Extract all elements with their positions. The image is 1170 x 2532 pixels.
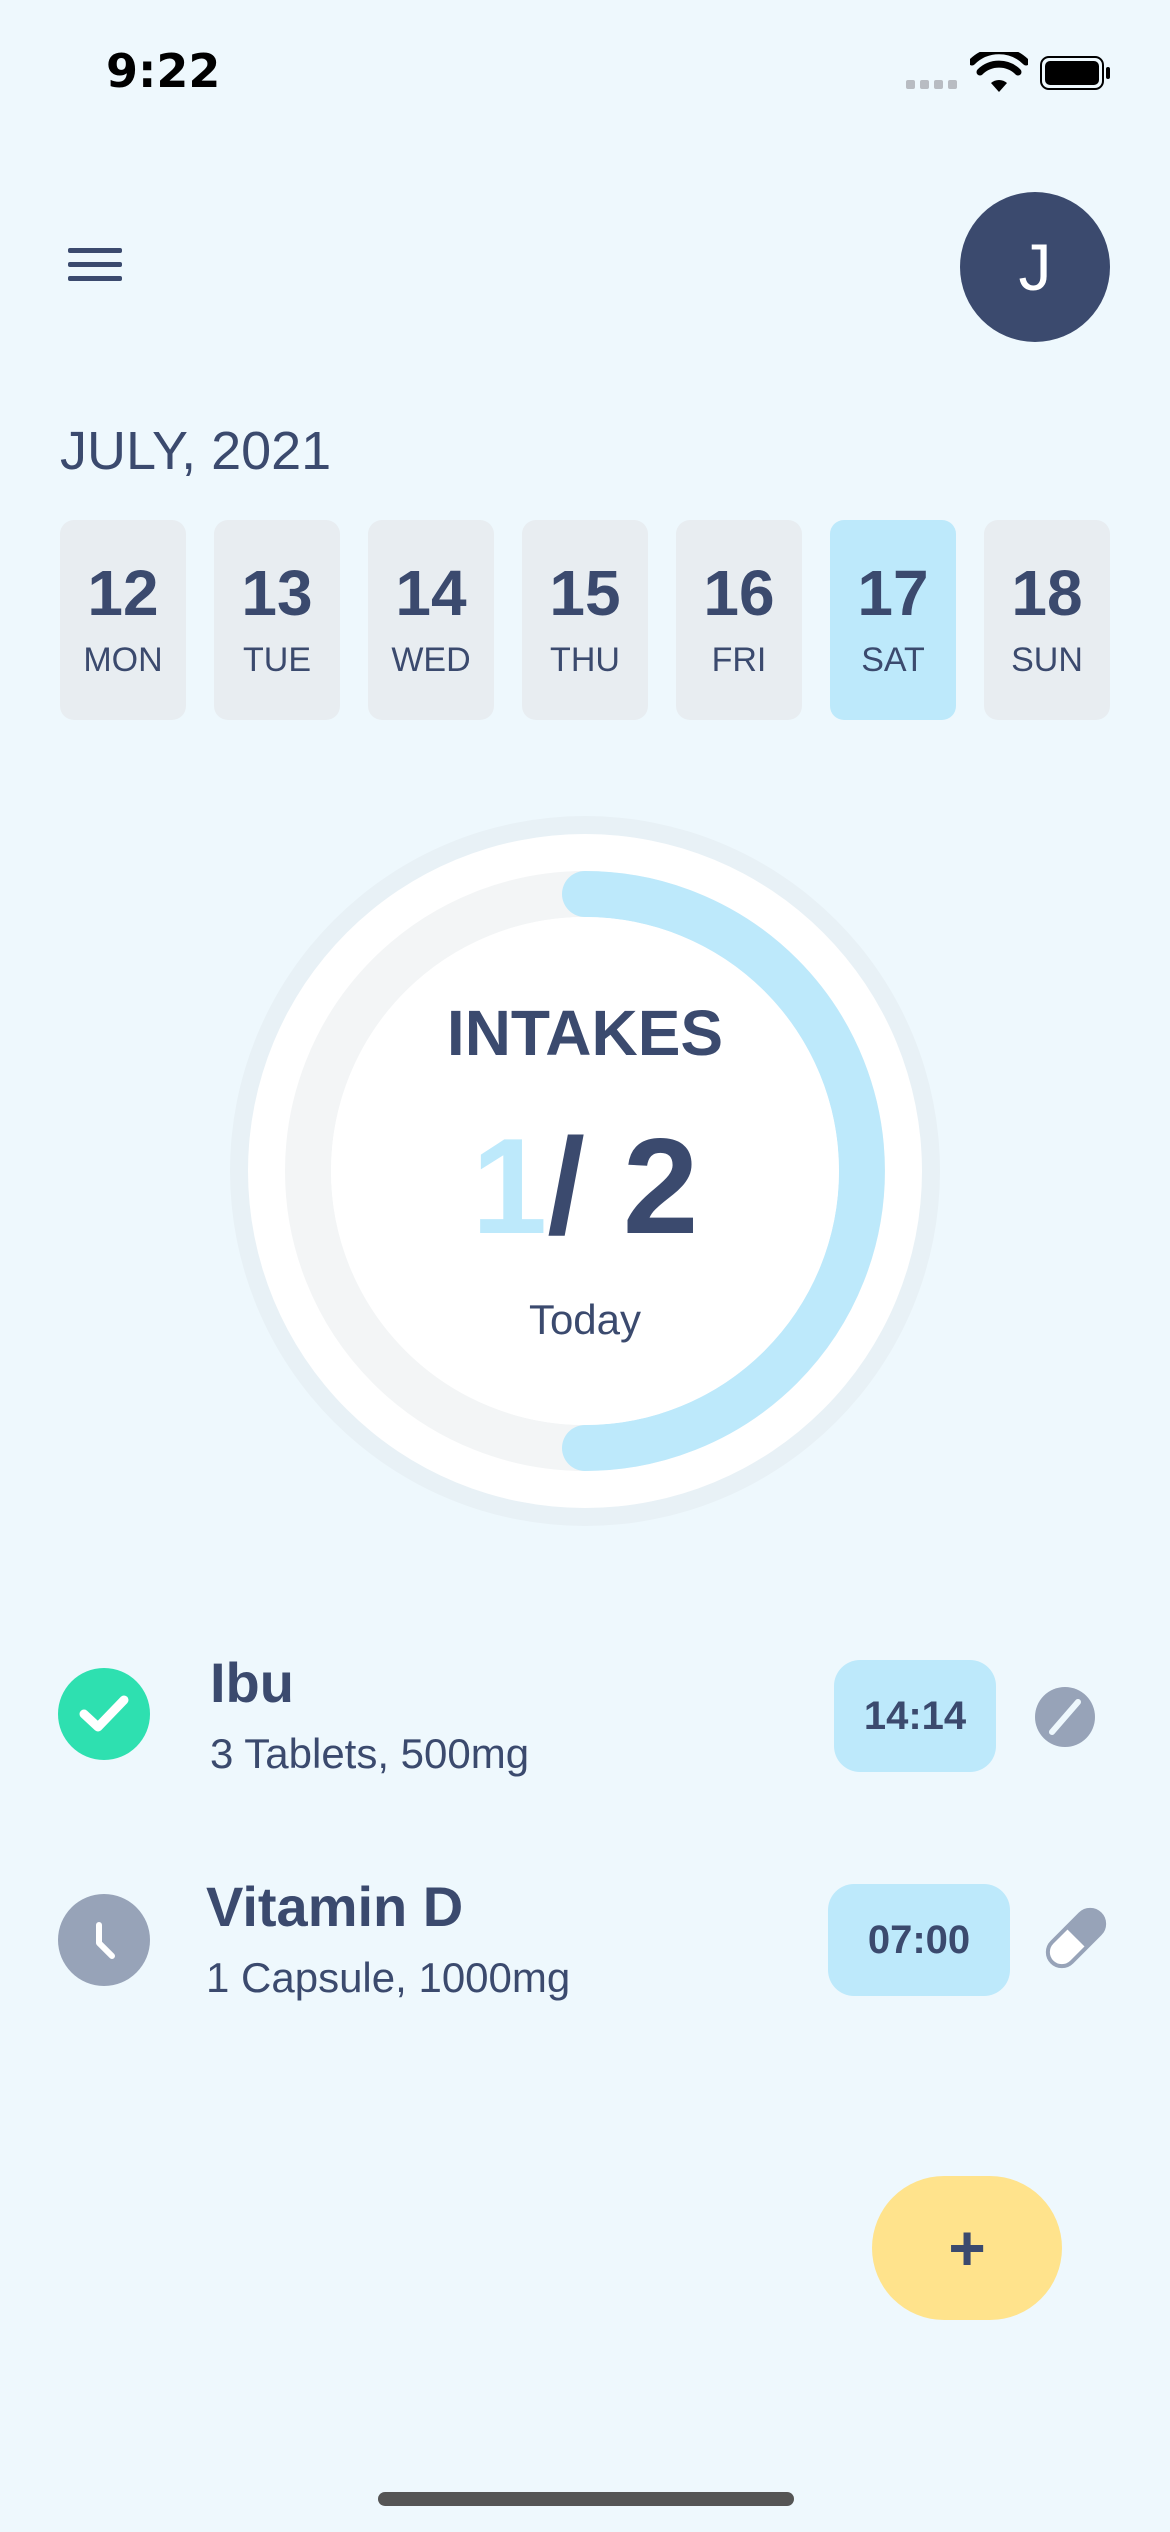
capsule-icon	[1045, 1907, 1107, 1969]
medication-dose: 3 Tablets, 500mg	[210, 1730, 530, 1777]
day-number: 14	[395, 556, 467, 629]
day-weekday: MON	[83, 640, 163, 679]
add-medication-button[interactable]: +	[872, 2176, 1062, 2320]
intakes-count: 1/ 2	[210, 1118, 960, 1254]
intakes-title: INTAKES	[446, 997, 724, 1069]
clock-icon[interactable]	[58, 1894, 150, 1986]
day-number: 17	[857, 556, 929, 629]
check-icon[interactable]	[58, 1668, 150, 1760]
day-weekday: TUE	[243, 640, 311, 679]
tablet-icon	[1035, 1687, 1095, 1747]
medication-dose: 1 Capsule, 1000mg	[206, 1954, 571, 2001]
day-number: 15	[549, 556, 621, 629]
day-strip: 12 MON 13 TUE 14 WED 15 THU 16 FRI 17 SA…	[60, 520, 1110, 720]
avatar[interactable]: J	[960, 192, 1110, 342]
day-weekday: FRI	[711, 640, 767, 679]
day-item-14[interactable]: 14 WED	[368, 520, 494, 720]
wifi-icon	[970, 52, 1028, 92]
day-item-17[interactable]: 17 SAT	[830, 520, 956, 720]
day-weekday: WED	[391, 640, 471, 679]
day-number: 16	[703, 556, 775, 629]
intakes-slash: /	[547, 1110, 585, 1262]
day-item-13[interactable]: 13 TUE	[214, 520, 340, 720]
intakes-subtitle: Today	[528, 1296, 642, 1343]
day-item-16[interactable]: 16 FRI	[676, 520, 802, 720]
day-weekday: SAT	[861, 640, 925, 679]
intakes-total: 2	[622, 1110, 699, 1262]
status-time: 9:22	[106, 44, 221, 98]
day-weekday: THU	[550, 640, 620, 679]
intakes-taken: 1	[471, 1110, 548, 1262]
day-number: 18	[1011, 556, 1083, 629]
day-item-18[interactable]: 18 SUN	[984, 520, 1110, 720]
cellular-signal-icon	[906, 80, 957, 89]
day-number: 12	[87, 556, 159, 629]
menu-icon[interactable]	[60, 240, 132, 290]
day-item-15[interactable]: 15 THU	[522, 520, 648, 720]
day-weekday: SUN	[1011, 640, 1083, 679]
day-item-12[interactable]: 12 MON	[60, 520, 186, 720]
month-label: JULY, 2021	[60, 421, 332, 481]
battery-icon	[1040, 56, 1110, 90]
medication-name: Ibu	[210, 1651, 294, 1714]
intake-time-button[interactable]: 14:14	[834, 1660, 996, 1772]
intake-time-button[interactable]: 07:00	[828, 1884, 1010, 1996]
day-number: 13	[241, 556, 313, 629]
home-indicator[interactable]	[378, 2492, 794, 2506]
medication-name: Vitamin D	[206, 1875, 464, 1938]
